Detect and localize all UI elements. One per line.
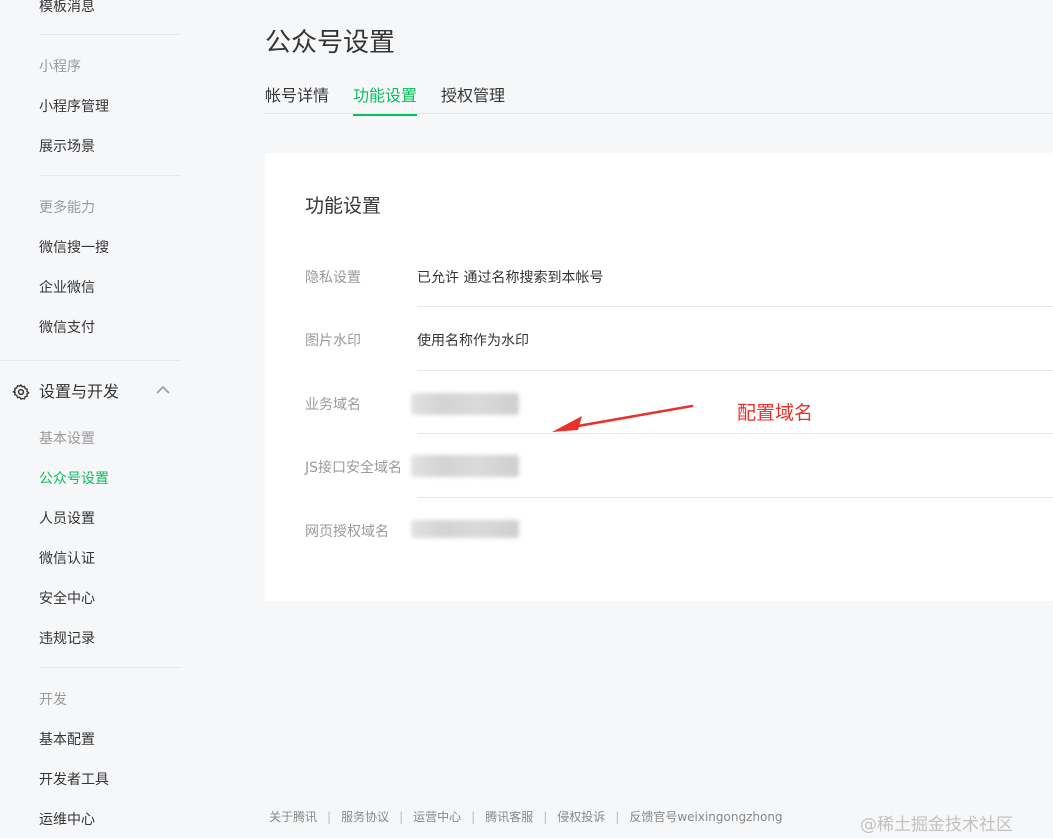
sidebar-item-miniprogram-manage[interactable]: 小程序管理 <box>39 96 109 116</box>
footer-link-support[interactable]: 腾讯客服 <box>485 810 533 824</box>
sidebar-item-template-message[interactable]: 模板消息 <box>39 0 95 16</box>
watermark: @稀土掘金技术社区 <box>860 815 1013 835</box>
row-divider <box>417 370 1053 371</box>
sidebar-divider <box>0 360 180 361</box>
privacy-value: 已允许 通过名称搜索到本帐号 <box>417 270 604 286</box>
sidebar-item-ops-center[interactable]: 运维中心 <box>39 809 95 829</box>
sidebar-item-wx-verify[interactable]: 微信认证 <box>39 548 95 568</box>
footer: 关于腾讯 | 服务协议 | 运营中心 | 腾讯客服 | 侵权投诉 | 反馈官号weixingongz… <box>269 808 783 825</box>
js-domain-value-redacted <box>411 455 519 477</box>
sidebar-item-display-scene[interactable]: 展示场景 <box>39 136 95 156</box>
card-title: 功能设置 <box>305 195 382 217</box>
sidebar-item-account-settings[interactable]: 公众号设置 <box>39 468 109 488</box>
tab-bar: 帐号详情 功能设置 授权管理 <box>265 80 1053 116</box>
chevron-up-icon[interactable] <box>156 385 170 395</box>
privacy-label: 隐私设置 <box>305 270 361 286</box>
watermark-value: 使用名称作为水印 <box>417 333 529 349</box>
footer-link-feedback[interactable]: 反馈官号weixingongzhong <box>629 810 782 824</box>
business-domain-value-redacted <box>411 393 519 415</box>
row-divider <box>417 433 1053 434</box>
sidebar-category-dev: 开发 <box>39 692 67 708</box>
sidebar-category-basic: 基本设置 <box>39 431 95 447</box>
watermark-label: 图片水印 <box>305 333 361 349</box>
sidebar-item-security[interactable]: 安全中心 <box>39 588 95 608</box>
row-divider <box>417 306 1053 307</box>
sidebar-item-basic-config[interactable]: 基本配置 <box>39 729 95 749</box>
footer-link-infringement[interactable]: 侵权投诉 <box>557 810 605 824</box>
oauth-domain-value-redacted <box>411 520 519 538</box>
sidebar-divider <box>39 34 180 35</box>
annotation-label: 配置域名 <box>737 402 814 424</box>
sidebar-item-wx-search[interactable]: 微信搜一搜 <box>39 237 109 257</box>
business-domain-label: 业务域名 <box>305 397 361 413</box>
footer-link-service[interactable]: 服务协议 <box>341 810 389 824</box>
sidebar-item-violation[interactable]: 违规记录 <box>39 628 95 648</box>
sidebar-group-title: 设置与开发 <box>39 382 120 401</box>
tab-account-details[interactable]: 帐号详情 <box>265 82 329 114</box>
footer-separator: | <box>543 810 548 824</box>
sidebar-item-dev-tools[interactable]: 开发者工具 <box>39 769 109 789</box>
footer-separator: | <box>399 810 404 824</box>
sidebar-item-work-wx[interactable]: 企业微信 <box>39 277 95 297</box>
sidebar-divider <box>39 175 180 176</box>
sidebar-item-member-settings[interactable]: 人员设置 <box>39 508 95 528</box>
footer-separator: | <box>471 810 476 824</box>
page-title: 公众号设置 <box>265 28 396 58</box>
row-divider <box>417 497 1053 498</box>
js-domain-label: JS接口安全域名 <box>305 460 403 476</box>
sidebar-category-more: 更多能力 <box>39 200 95 216</box>
oauth-domain-label: 网页授权域名 <box>305 524 389 540</box>
footer-separator: | <box>615 810 620 824</box>
tab-function-settings[interactable]: 功能设置 <box>353 82 418 116</box>
tab-authorization[interactable]: 授权管理 <box>441 82 505 114</box>
annotation-arrow-icon <box>552 404 694 432</box>
settings-card: 功能设置 隐私设置 已允许 通过名称搜索到本帐号 图片水印 使用名称作为水印 业… <box>265 153 1053 601</box>
sidebar-divider <box>39 667 180 668</box>
sidebar-group-settings-dev[interactable]: 设置与开发 <box>12 381 180 405</box>
sidebar: 模板消息 小程序 小程序管理 展示场景 更多能力 微信搜一搜 企业微信 微信支付… <box>0 0 200 838</box>
sidebar-item-wx-pay[interactable]: 微信支付 <box>39 317 95 337</box>
footer-link-ops[interactable]: 运营中心 <box>413 810 461 824</box>
gear-icon <box>12 384 30 400</box>
footer-link-about[interactable]: 关于腾讯 <box>269 810 317 824</box>
footer-separator: | <box>327 810 332 824</box>
sidebar-category-miniprogram: 小程序 <box>39 59 81 75</box>
